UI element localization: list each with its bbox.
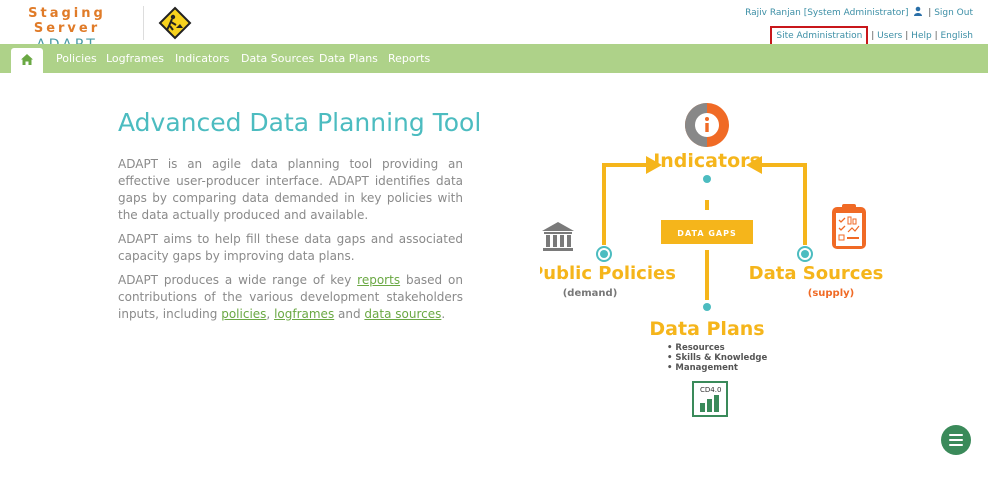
bullet-resources: • Resources xyxy=(667,343,725,353)
separator: | xyxy=(871,31,875,41)
separator: | xyxy=(905,31,909,41)
demand-label: (demand) xyxy=(563,288,618,299)
reports-text: and xyxy=(334,307,365,321)
server-label: Staging Server xyxy=(28,6,106,36)
cd4-chart-icon: CD4.0 xyxy=(692,381,728,417)
reports-text: ADAPT produces a wide range of key xyxy=(118,273,358,287)
bullet-management: • Management xyxy=(667,363,738,373)
nav-reports[interactable]: Reports xyxy=(388,44,430,73)
data-planning-diagram: DATA GAPS Indicators Public Policies (de… xyxy=(540,103,884,417)
home-tab[interactable] xyxy=(11,48,43,73)
logo-divider xyxy=(143,6,144,40)
hamburger-line xyxy=(949,444,963,446)
site-administration-link[interactable]: Site Administration xyxy=(770,26,869,46)
policies-link[interactable]: policies xyxy=(221,307,266,321)
nav-policies[interactable]: Policies xyxy=(56,44,97,73)
intro-paragraph: ADAPT is an agile data planning tool pro… xyxy=(118,157,463,222)
clipboard-icon xyxy=(832,204,866,249)
nav-logframes[interactable]: Logframes xyxy=(106,44,164,73)
logframes-link[interactable]: logframes xyxy=(274,307,334,321)
reports-link[interactable]: reports xyxy=(357,273,400,287)
bullet-skills: • Skills & Knowledge xyxy=(667,353,767,363)
indicators-label: Indicators xyxy=(653,150,761,172)
nav-indicators[interactable]: Indicators xyxy=(175,44,229,73)
user-menu: Rajiv Ranjan [System Administrator] | Si… xyxy=(745,6,974,46)
separator: | xyxy=(934,31,938,41)
bullet-text: Resources xyxy=(675,343,724,353)
hamburger-line xyxy=(949,439,963,441)
hamburger-line xyxy=(949,434,963,436)
bank-icon xyxy=(542,222,574,251)
data-sources-link[interactable]: data sources xyxy=(364,307,441,321)
nav-data-sources[interactable]: Data Sources xyxy=(241,44,314,73)
floating-menu-button[interactable] xyxy=(941,425,971,455)
cd4-label: CD4.0 xyxy=(700,386,721,394)
users-link[interactable]: Users xyxy=(877,31,902,41)
data-sources-label: Data Sources xyxy=(749,263,884,284)
bullet-text: Skills & Knowledge xyxy=(675,353,767,363)
data-gaps-label: DATA GAPS xyxy=(677,229,736,238)
user-name-link[interactable]: Rajiv Ranjan [System Administrator] xyxy=(745,8,908,18)
info-icon xyxy=(685,103,729,147)
nav-data-plans[interactable]: Data Plans xyxy=(319,44,378,73)
reports-text: , xyxy=(266,307,275,321)
home-icon xyxy=(21,54,33,65)
aims-paragraph: ADAPT aims to help fill these data gaps … xyxy=(118,232,463,263)
main-nav: Policies Logframes Indicators Data Sourc… xyxy=(0,44,988,73)
data-plans-label: Data Plans xyxy=(649,318,764,340)
reports-text: . xyxy=(441,307,446,321)
sign-out-link[interactable]: Sign Out xyxy=(934,8,973,18)
separator: | xyxy=(928,8,932,18)
supply-label: (supply) xyxy=(808,288,854,299)
construction-sign-icon xyxy=(158,6,192,40)
bullet-text: Management xyxy=(675,363,738,373)
user-icon xyxy=(913,6,923,21)
page-title: Advanced Data Planning Tool xyxy=(118,108,482,137)
public-policies-label: Public Policies xyxy=(540,263,676,284)
language-link[interactable]: English xyxy=(941,31,974,41)
reports-paragraph: ADAPT produces a wide range of key repor… xyxy=(118,272,463,323)
help-link[interactable]: Help xyxy=(911,31,932,41)
